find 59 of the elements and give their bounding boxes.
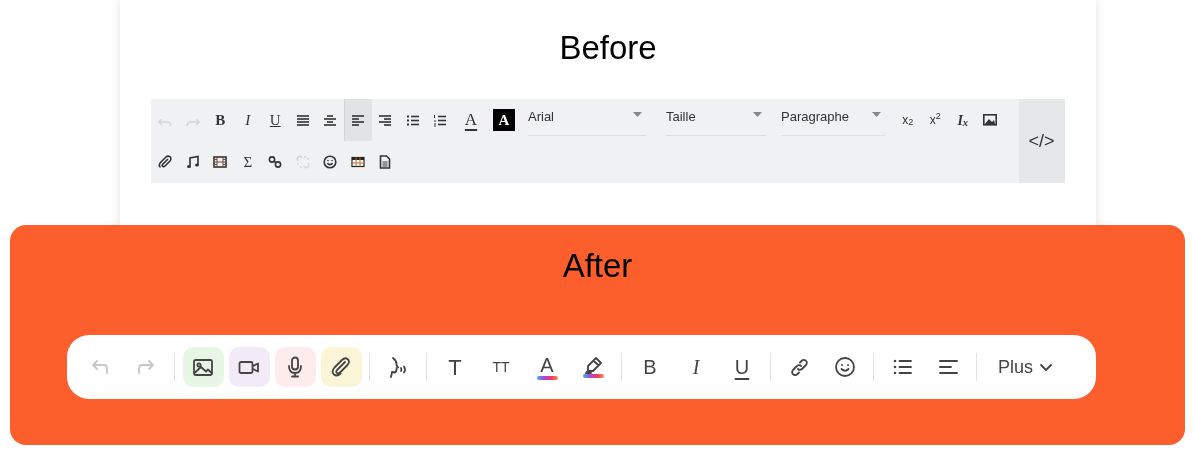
formula-button[interactable]: Σ <box>234 141 262 183</box>
section-title: Before <box>559 28 657 68</box>
text-size-button[interactable]: TT <box>480 347 522 387</box>
align-left-icon <box>937 357 959 377</box>
unlink-icon <box>295 155 310 169</box>
smiley-icon <box>323 155 338 169</box>
dropdown[interactable]: Taille <box>666 104 766 136</box>
redo-icon <box>136 357 156 377</box>
undo-icon <box>90 357 110 377</box>
color-bar <box>536 376 558 380</box>
attach-button[interactable] <box>320 347 362 387</box>
numbered-list-icon <box>433 113 448 127</box>
speaking-head-icon <box>388 356 408 378</box>
caret-icon <box>633 112 642 117</box>
font-color-button[interactable]: A <box>526 347 568 387</box>
highlighter-icon <box>582 356 604 374</box>
underline-button[interactable]: U <box>721 347 763 387</box>
link-icon <box>788 356 810 378</box>
paperclip-icon <box>330 356 352 378</box>
left-button[interactable] <box>344 99 372 141</box>
color-bar <box>582 374 604 378</box>
align-left-icon <box>351 113 366 127</box>
italic-button[interactable]: I <box>234 99 262 141</box>
align-center-icon <box>323 113 338 127</box>
caret-icon <box>872 112 881 117</box>
bullet-list-icon <box>405 113 420 127</box>
table-icon <box>350 156 365 168</box>
background-color-button[interactable]: A <box>493 109 515 131</box>
font-color-button[interactable]: A <box>454 99 488 141</box>
justify-icon <box>295 113 310 127</box>
script-button[interactable]: x$_{2}$ <box>894 99 922 141</box>
video-button[interactable] <box>228 347 270 387</box>
paperclip-icon <box>158 155 173 169</box>
align-right-icon <box>378 113 393 127</box>
source-code-button[interactable]: </> <box>1018 99 1065 183</box>
dropdown[interactable]: Paragraphe <box>781 104 885 136</box>
image-button[interactable] <box>182 347 224 387</box>
section-title: After <box>562 246 633 286</box>
image-icon <box>983 113 998 127</box>
clear-format-button[interactable]: I$_{x}$ <box>949 99 977 141</box>
caret-icon <box>753 112 762 117</box>
letter-a: A <box>540 354 554 376</box>
music-note-icon <box>185 155 200 169</box>
document-icon <box>378 155 393 169</box>
link-icon <box>268 155 283 169</box>
underline-button[interactable]: U <box>261 99 289 141</box>
film-icon <box>213 155 228 169</box>
image-icon <box>192 356 214 378</box>
script-button[interactable]: x$^{2}$ <box>921 99 949 141</box>
chevron-down-icon <box>1039 362 1053 372</box>
mic-button[interactable] <box>274 347 316 387</box>
more-button[interactable]: Plus <box>992 347 1059 387</box>
bullet-list-icon <box>891 357 913 377</box>
dropdown[interactable]: Arial <box>528 104 646 136</box>
smiley-icon <box>834 356 856 378</box>
bold-button[interactable]: B <box>629 347 671 387</box>
bold-button[interactable]: B <box>206 99 234 141</box>
italic-button[interactable]: I <box>675 347 717 387</box>
text-button[interactable]: T <box>434 347 476 387</box>
